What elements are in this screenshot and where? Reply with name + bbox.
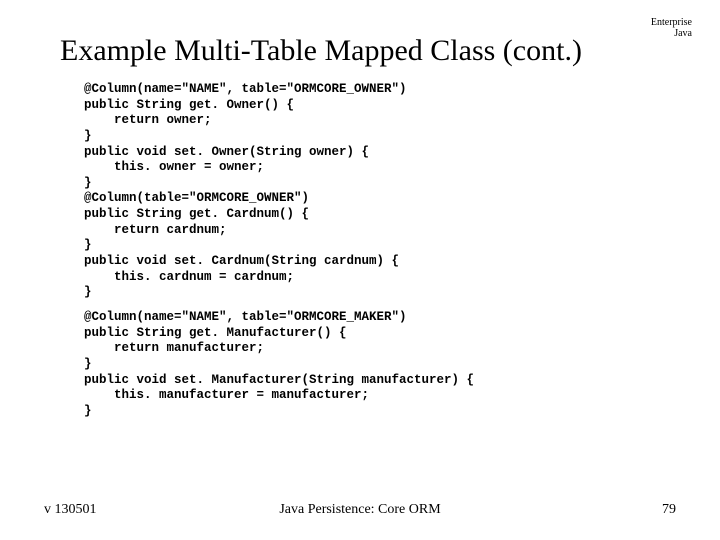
corner-line-1: Enterprise	[651, 18, 692, 29]
footer-page-number: 79	[662, 502, 676, 518]
code-block-owner: @Column(name="NAME", table="ORMCORE_OWNE…	[84, 82, 407, 301]
code-block-maker: @Column(name="NAME", table="ORMCORE_MAKE…	[84, 310, 474, 419]
footer-title: Java Persistence: Core ORM	[0, 502, 720, 518]
slide: Enterprise Java Example Multi-Table Mapp…	[0, 0, 720, 540]
page-title: Example Multi-Table Mapped Class (cont.)	[60, 34, 660, 68]
